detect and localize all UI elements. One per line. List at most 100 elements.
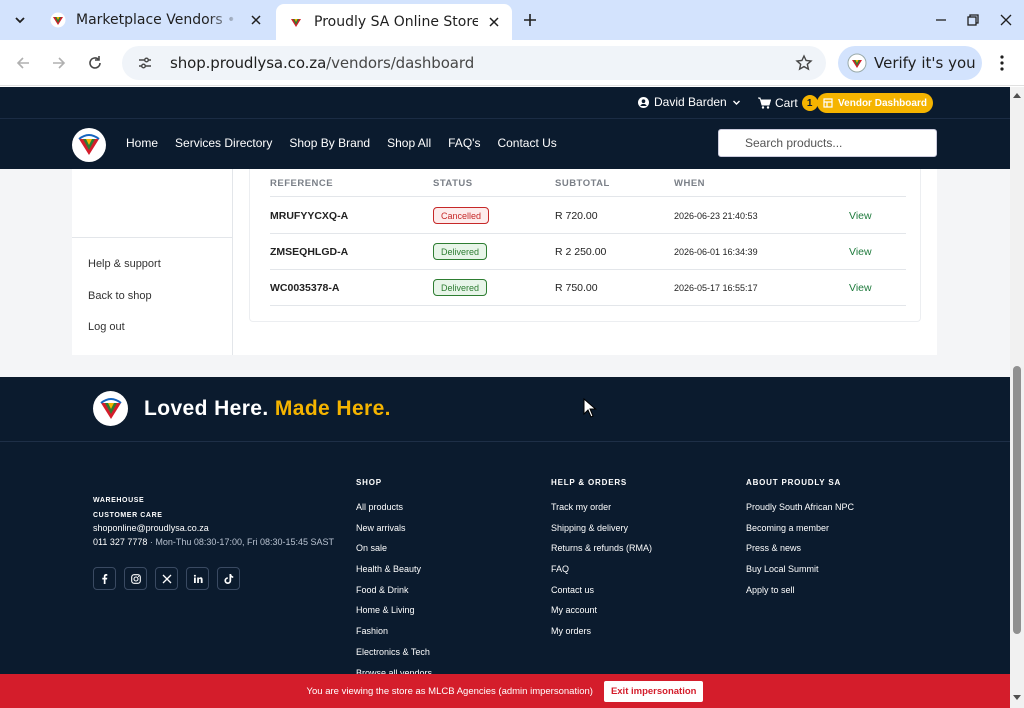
orders-table: REFERENCE STATUS SUBTOTAL WHEN MRUFYYCXQ…: [249, 169, 921, 322]
user-menu[interactable]: David Barden: [638, 95, 741, 109]
tab-search-button[interactable]: [8, 8, 32, 32]
footer-link[interactable]: Electronics & Tech: [356, 647, 432, 668]
reload-button[interactable]: [83, 51, 107, 75]
proudly-sa-logo[interactable]: [72, 128, 106, 162]
sidebar-divider: [72, 237, 232, 238]
user-name: David Barden: [654, 95, 727, 109]
scroll-up-icon[interactable]: [1013, 91, 1021, 99]
instagram-icon[interactable]: [124, 567, 147, 590]
header-status: STATUS: [433, 178, 473, 189]
back-button[interactable]: [11, 51, 35, 75]
search-icon: [727, 137, 739, 149]
footer-link[interactable]: Becoming a member: [746, 523, 854, 544]
proudly-sa-favicon-icon: [50, 12, 66, 28]
footer-link[interactable]: New arrivals: [356, 523, 432, 544]
footer-link[interactable]: Press & news: [746, 543, 854, 564]
chevron-down-icon: [15, 17, 25, 24]
footer-link[interactable]: FAQ: [551, 564, 652, 585]
sidebar-help-support[interactable]: Help & support: [88, 258, 161, 270]
status-badge: Delivered: [433, 279, 488, 296]
order-subtotal: R 720.00: [555, 210, 598, 222]
chevron-down-icon: [732, 100, 740, 105]
nav-shop-all[interactable]: Shop All: [387, 136, 431, 150]
slogan-part-b: Made Here.: [274, 396, 391, 420]
footer-link[interactable]: All products: [356, 502, 432, 523]
restore-icon: [967, 14, 979, 26]
footer-link[interactable]: Food & Drink: [356, 585, 432, 606]
vendor-dashboard-button[interactable]: Vendor Dashboard: [817, 93, 933, 113]
help-heading: HELP & ORDERS: [551, 478, 628, 487]
footer-link[interactable]: My orders: [551, 626, 652, 647]
tab-proudly-sa-store[interactable]: Proudly SA Online Store: [276, 4, 512, 40]
cart-link[interactable]: Cart 1: [758, 95, 818, 111]
footer-link[interactable]: Health & Beauty: [356, 564, 432, 585]
main-navigation: Home Services Directory Shop By Brand Sh…: [0, 119, 1010, 169]
browser-tab-strip: Marketplace Vendors • Proudly SA Proudly…: [0, 0, 1024, 40]
footer-link[interactable]: Fashion: [356, 626, 432, 647]
user-circle-icon: [638, 96, 649, 108]
cart-label: Cart: [775, 96, 798, 110]
new-tab-button[interactable]: [518, 8, 542, 32]
status-badge: Cancelled: [433, 207, 490, 224]
facebook-icon[interactable]: [93, 567, 116, 590]
address-bar[interactable]: shop.proudlysa.co.za/vendors/dashboard: [122, 46, 826, 80]
footer-link[interactable]: Shipping & delivery: [551, 523, 652, 544]
reload-icon: [89, 56, 101, 69]
footer-about-column: ABOUT PROUDLY SA Proudly South African N…: [746, 478, 854, 605]
contact-phone[interactable]: 011 327 7778: [93, 537, 147, 547]
footer-link[interactable]: Track my order: [551, 502, 652, 523]
footer-link[interactable]: Proudly South African NPC: [746, 502, 854, 523]
footer-link[interactable]: Returns & refunds (RMA): [551, 543, 652, 564]
view-order-link[interactable]: View: [849, 282, 872, 294]
exit-impersonation-button[interactable]: Exit impersonation: [603, 680, 704, 702]
nav-links: Home Services Directory Shop By Brand Sh…: [126, 136, 557, 150]
order-reference: ZMSEQHLGD-A: [270, 246, 349, 258]
contact-email[interactable]: shoponline@proudlysa.co.za: [93, 523, 334, 533]
site-info-icon[interactable]: [134, 52, 156, 74]
view-order-link[interactable]: View: [849, 210, 872, 222]
forward-button[interactable]: [47, 51, 71, 75]
view-order-link[interactable]: View: [849, 246, 872, 258]
nav-contact-us[interactable]: Contact Us: [497, 136, 556, 150]
browser-menu-button[interactable]: [990, 51, 1014, 75]
footer-link[interactable]: My account: [551, 605, 652, 626]
mouse-cursor-icon: [583, 398, 597, 418]
footer-logo: [93, 391, 128, 426]
verify-identity-button[interactable]: Verify it's you: [838, 46, 982, 80]
close-window-button[interactable]: [996, 10, 1016, 30]
dashboard-sidebar: Help & support Back to shop Log out: [72, 169, 233, 355]
impersonation-message: You are viewing the store as MLCB Agenci…: [306, 685, 593, 697]
footer-link[interactable]: On sale: [356, 543, 432, 564]
x-icon[interactable]: [155, 567, 178, 590]
tiktok-icon[interactable]: [217, 567, 240, 590]
page-scrollbar[interactable]: [1010, 87, 1024, 708]
nav-shop-by-brand[interactable]: Shop By Brand: [289, 136, 370, 150]
footer-contact: CUSTOMER CARE shoponline@proudlysa.co.za…: [93, 512, 334, 547]
nav-services-directory[interactable]: Services Directory: [175, 136, 272, 150]
footer-link[interactable]: Apply to sell: [746, 585, 854, 606]
footer-link[interactable]: Contact us: [551, 585, 652, 606]
tab-marketplace-vendors[interactable]: Marketplace Vendors • Proudly SA: [38, 5, 274, 35]
arrow-right-icon: [53, 57, 66, 69]
footer-link[interactable]: Buy Local Summit: [746, 564, 854, 585]
scroll-down-icon[interactable]: [1013, 694, 1021, 702]
sidebar-log-out[interactable]: Log out: [88, 321, 125, 333]
shop-heading: SHOP: [356, 478, 382, 487]
table-row: ZMSEQHLGD-A Delivered R 2 250.00 2026-06…: [270, 234, 906, 270]
sidebar-back-to-shop[interactable]: Back to shop: [88, 290, 152, 302]
close-tab-icon[interactable]: [484, 12, 504, 32]
order-date: 2026-06-01 16:34:39: [674, 247, 758, 257]
minimize-button[interactable]: [931, 10, 951, 30]
nav-home[interactable]: Home: [126, 136, 158, 150]
restore-button[interactable]: [963, 10, 983, 30]
order-date: 2026-06-23 21:40:53: [674, 211, 758, 221]
footer-slogan: Loved Here. Made Here.: [93, 391, 391, 426]
footer-link[interactable]: Home & Living: [356, 605, 432, 626]
search-input[interactable]: Search products...: [718, 129, 937, 157]
proudly-sa-emblem-icon: [99, 397, 122, 419]
close-tab-icon[interactable]: [246, 10, 266, 30]
nav-faqs[interactable]: FAQ's: [448, 136, 480, 150]
bookmark-star-icon[interactable]: [794, 53, 814, 73]
scrollbar-thumb[interactable]: [1013, 366, 1021, 634]
linkedin-icon[interactable]: [186, 567, 209, 590]
